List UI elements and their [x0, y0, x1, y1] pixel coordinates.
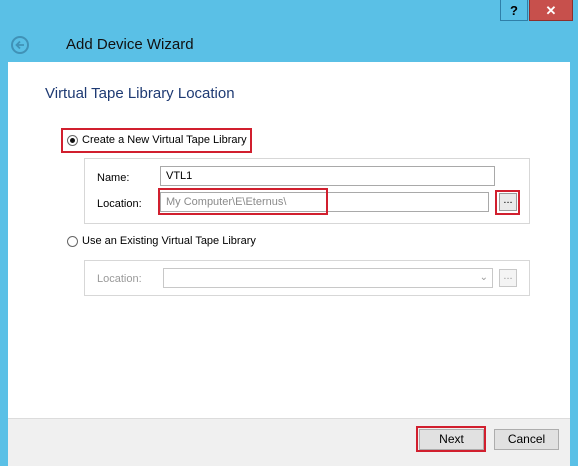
name-label: Name: — [97, 172, 130, 184]
use-existing-label[interactable]: Use an Existing Virtual Tape Library — [82, 235, 256, 247]
close-button[interactable]: ✕ — [529, 0, 573, 21]
cancel-button[interactable]: Cancel — [494, 429, 559, 450]
chevron-down-icon: ⌄ — [479, 272, 488, 283]
create-new-highlight — [61, 128, 252, 153]
next-highlight — [416, 426, 486, 452]
use-existing-group: Location: ⌄ ... — [84, 260, 530, 296]
wizard-title: Add Device Wizard — [66, 36, 194, 53]
title-bar: ? ✕ Add Device Wizard — [0, 0, 578, 62]
content-panel: Virtual Tape Library Location Create a N… — [8, 62, 570, 418]
location-label: Location: — [97, 198, 142, 210]
existing-location-combo[interactable]: ⌄ — [163, 268, 493, 288]
back-button[interactable] — [11, 36, 29, 54]
use-existing-radio[interactable] — [67, 236, 78, 247]
existing-location-label: Location: — [97, 273, 142, 285]
create-new-group: Name: VTL1 Location: My Computer\E\Etern… — [84, 158, 530, 224]
section-title: Virtual Tape Library Location — [45, 85, 235, 102]
browse-highlight — [495, 190, 520, 215]
back-arrow-icon — [15, 40, 24, 50]
location-highlight — [158, 188, 328, 215]
existing-browse-button[interactable]: ... — [499, 269, 517, 287]
footer-bar: Next Cancel — [8, 418, 570, 466]
name-input[interactable]: VTL1 — [160, 166, 495, 186]
help-button[interactable]: ? — [500, 0, 528, 21]
